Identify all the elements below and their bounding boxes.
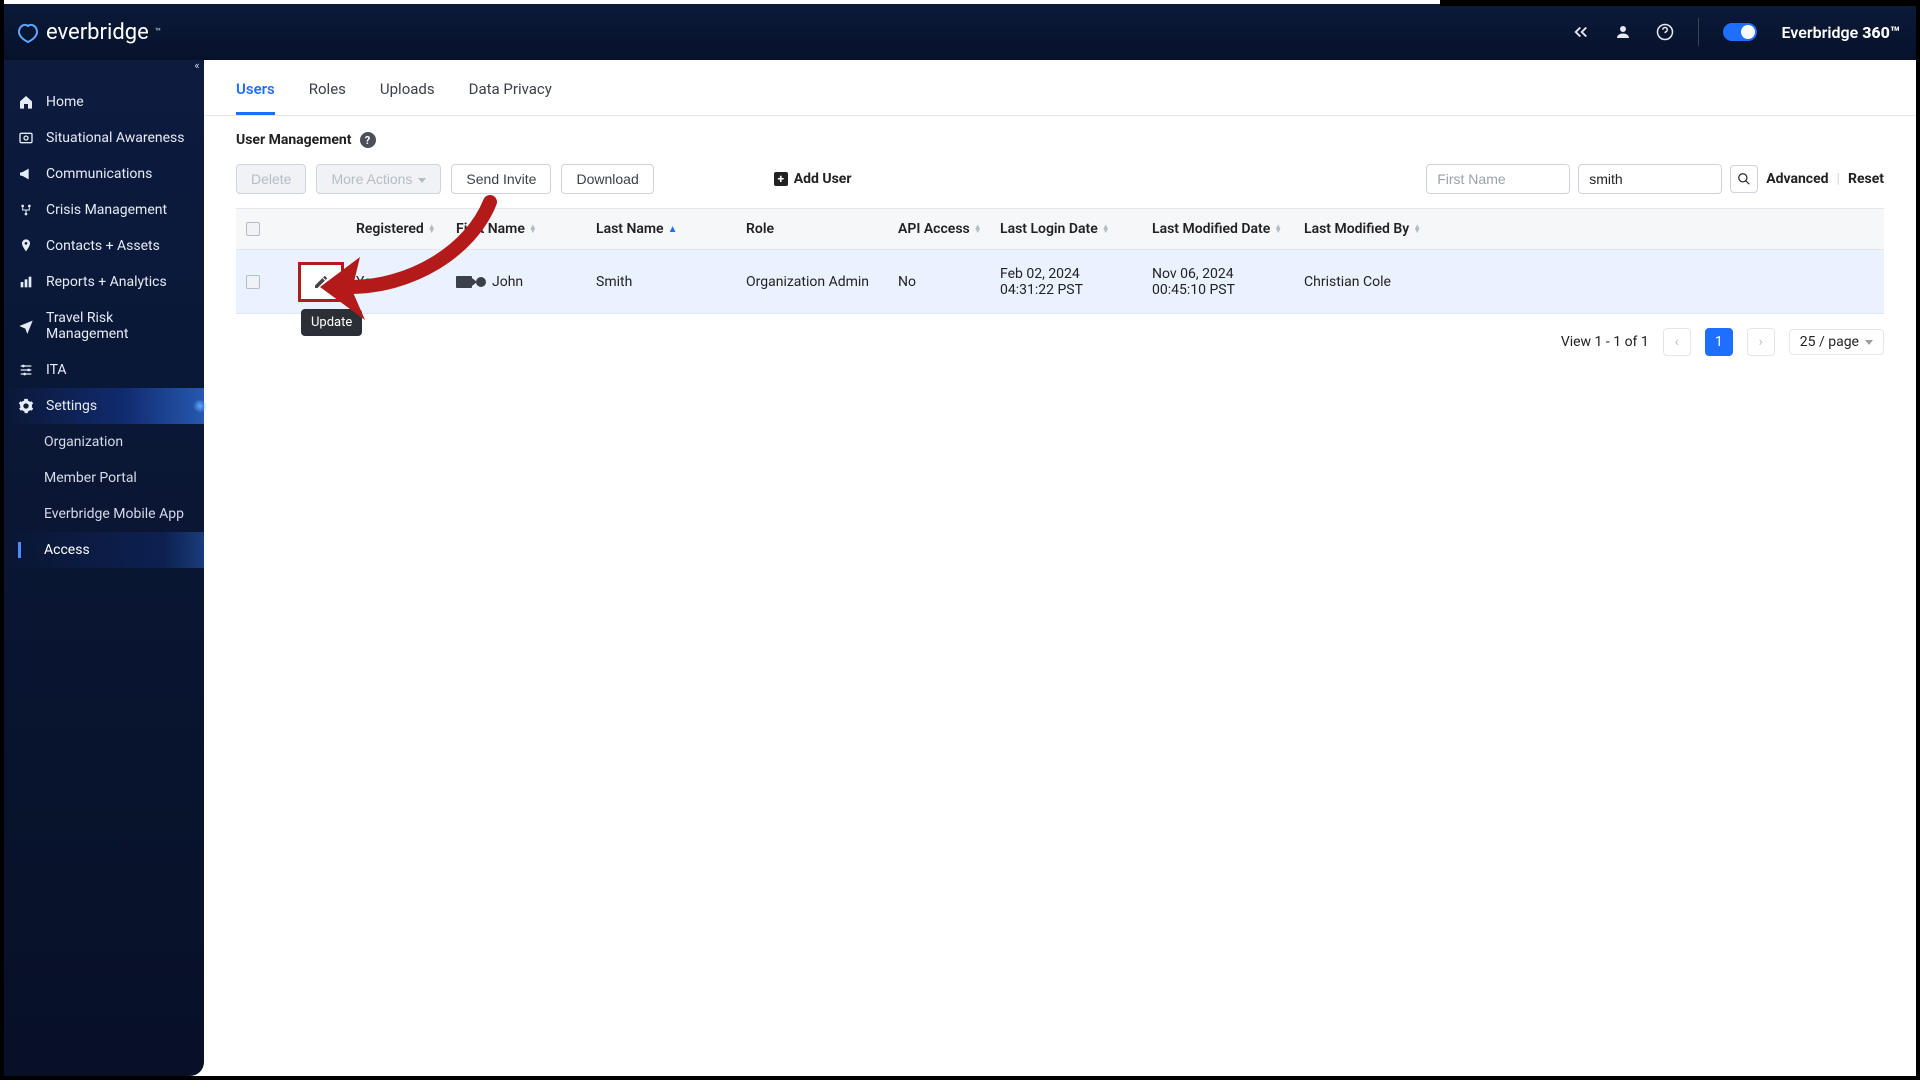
pin-icon — [18, 238, 34, 254]
col-api-access[interactable]: API Access▲▼ — [888, 209, 990, 249]
gear-icon — [18, 398, 34, 414]
suite-toggle[interactable] — [1723, 23, 1757, 41]
megaphone-icon — [18, 166, 34, 182]
page-title: User Management — [236, 132, 352, 148]
plus-icon: + — [774, 172, 788, 186]
tab-data-privacy[interactable]: Data Privacy — [469, 74, 552, 115]
sidebar-item-travel[interactable]: Travel Risk Management — [4, 300, 204, 352]
table-row: Update Yes John Smith Organization Admin… — [236, 250, 1884, 314]
download-button[interactable]: Download — [561, 164, 653, 194]
advanced-link[interactable]: Advanced — [1766, 171, 1828, 187]
delete-button[interactable]: Delete — [236, 164, 306, 194]
select-all-checkbox[interactable] — [246, 222, 260, 236]
sidebar: « Home Situational Awareness Communicati… — [4, 4, 204, 1076]
edit-user-button[interactable]: Update — [298, 262, 344, 302]
help-tooltip-icon[interactable]: ? — [360, 132, 376, 148]
cell-last-modified: Nov 06, 2024 00:45:10 PST — [1142, 250, 1294, 313]
sidebar-item-label: Home — [46, 94, 84, 110]
cell-modified-by: Christian Cole — [1294, 250, 1432, 313]
collapse-icon[interactable] — [1572, 23, 1590, 41]
toolbar-divider: | — [1837, 171, 1840, 187]
pagination-summary: View 1 - 1 of 1 — [1561, 334, 1649, 350]
cell-registered: Yes — [346, 250, 446, 313]
main-content: Users Roles Uploads Data Privacy User Ma… — [204, 60, 1916, 1076]
col-modified-by[interactable]: Last Modified By▲▼ — [1294, 209, 1432, 249]
header-divider — [1698, 18, 1699, 46]
brand-logo: everbridge ™ — [16, 20, 161, 45]
app-header: everbridge ™ Everbridge 360™ — [0, 4, 1916, 60]
col-role[interactable]: Role — [736, 209, 888, 249]
tab-users[interactable]: Users — [236, 74, 275, 115]
cell-last-login: Feb 02, 2024 04:31:22 PST — [990, 250, 1142, 313]
chart-icon — [18, 274, 34, 290]
sidebar-item-label: Settings — [46, 398, 97, 414]
row-checkbox[interactable] — [246, 275, 260, 289]
sidebar-item-label: Reports + Analytics — [46, 274, 167, 290]
sidebar-item-contacts[interactable]: Contacts + Assets — [4, 228, 204, 264]
sso-indicator-icon — [456, 276, 486, 288]
next-page-button[interactable]: › — [1747, 328, 1775, 356]
pagination: View 1 - 1 of 1 ‹ 1 › 25 / page — [204, 314, 1916, 370]
awareness-icon — [18, 130, 34, 146]
cell-role: Organization Admin — [736, 250, 888, 313]
send-invite-button[interactable]: Send Invite — [451, 164, 551, 194]
home-icon — [18, 94, 34, 110]
search-button[interactable] — [1730, 165, 1758, 193]
search-icon — [1737, 172, 1751, 186]
brand-name: everbridge — [46, 20, 149, 45]
pencil-icon — [313, 274, 329, 290]
sidebar-item-label: ITA — [46, 362, 67, 378]
more-actions-button[interactable]: More Actions — [316, 164, 441, 194]
sidebar-item-ita[interactable]: ITA — [4, 352, 204, 388]
prev-page-button[interactable]: ‹ — [1663, 328, 1691, 356]
sidebar-item-label: Situational Awareness — [46, 130, 185, 146]
cell-api-access: No — [888, 250, 990, 313]
sidebar-item-settings[interactable]: Settings — [4, 388, 204, 424]
sliders-icon — [18, 362, 34, 378]
sidebar-item-reports[interactable]: Reports + Analytics — [4, 264, 204, 300]
logo-icon — [16, 20, 40, 44]
add-user-label: Add User — [794, 171, 852, 187]
sidebar-sub-member-portal[interactable]: Member Portal — [4, 460, 204, 496]
col-last-modified[interactable]: Last Modified Date▲▼ — [1142, 209, 1294, 249]
tab-roles[interactable]: Roles — [309, 74, 346, 115]
plane-icon — [18, 318, 34, 334]
sidebar-item-communications[interactable]: Communications — [4, 156, 204, 192]
cell-first-name: John — [446, 250, 586, 313]
update-tooltip: Update — [301, 309, 362, 336]
trademark: ™ — [155, 27, 161, 38]
col-last-name[interactable]: Last Name▲ — [586, 209, 736, 249]
sidebar-item-label: Travel Risk Management — [46, 310, 190, 342]
sidebar-item-crisis[interactable]: Crisis Management — [4, 192, 204, 228]
col-registered[interactable]: Registered▲▼ — [346, 209, 446, 249]
cell-last-name: Smith — [586, 250, 736, 313]
reset-link[interactable]: Reset — [1848, 171, 1884, 187]
sidebar-item-label: Communications — [46, 166, 152, 182]
col-last-login[interactable]: Last Login Date▲▼ — [990, 209, 1142, 249]
tab-uploads[interactable]: Uploads — [380, 74, 435, 115]
sidebar-sub-access[interactable]: Access — [4, 532, 204, 568]
first-name-input[interactable] — [1426, 164, 1570, 194]
users-table: Registered▲▼ First Name▲▼ Last Name▲ Rol… — [236, 208, 1884, 314]
sidebar-sub-mobile-app[interactable]: Everbridge Mobile App — [4, 496, 204, 532]
crisis-icon — [18, 202, 34, 218]
col-first-name[interactable]: First Name▲▼ — [446, 209, 586, 249]
add-user-button[interactable]: + Add User — [774, 171, 852, 187]
toolbar: Delete More Actions Send Invite Download… — [204, 160, 1916, 208]
table-header: Registered▲▼ First Name▲▼ Last Name▲ Rol… — [236, 209, 1884, 250]
page-1-button[interactable]: 1 — [1705, 328, 1733, 356]
sidebar-sub-organization[interactable]: Organization — [4, 424, 204, 460]
user-icon[interactable] — [1614, 23, 1632, 41]
tabs: Users Roles Uploads Data Privacy — [204, 60, 1916, 116]
sidebar-item-situational[interactable]: Situational Awareness — [4, 120, 204, 156]
help-icon[interactable] — [1656, 23, 1674, 41]
sidebar-item-home[interactable]: Home — [4, 84, 204, 120]
suite-label: Everbridge 360™ — [1781, 23, 1900, 42]
page-size-select[interactable]: 25 / page — [1789, 329, 1884, 355]
sidebar-item-label: Crisis Management — [46, 202, 167, 218]
sidebar-item-label: Contacts + Assets — [46, 238, 160, 254]
last-name-input[interactable] — [1578, 164, 1722, 194]
